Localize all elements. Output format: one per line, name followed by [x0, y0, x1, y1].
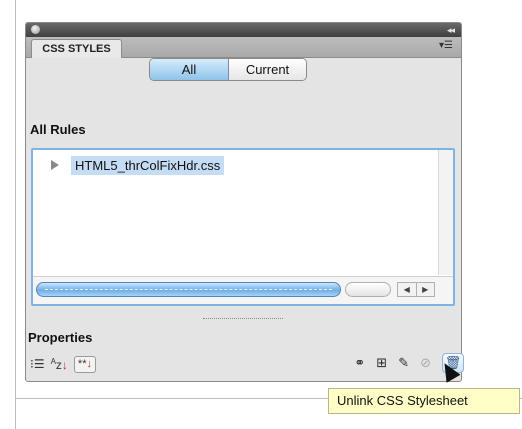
close-dot-icon[interactable] [31, 25, 40, 34]
panel-menu-icon[interactable]: ▾☰ [439, 40, 453, 51]
panel-titlebar[interactable]: ◂◂ [26, 23, 461, 37]
disable-enable-icon[interactable]: ⊘ [420, 355, 431, 371]
edit-style-icon[interactable]: ✎ [398, 355, 409, 371]
show-set-properties-icon[interactable]: **↓ [73, 355, 96, 373]
vertical-scrollbar[interactable] [438, 150, 453, 275]
scroll-right-icon[interactable]: ▶ [415, 283, 435, 296]
horizontal-scrollbar[interactable]: ◀ ▶ [33, 276, 453, 304]
collapse-icon[interactable]: ◂◂ [447, 23, 455, 37]
current-mode-button[interactable]: Current [229, 59, 306, 80]
scroll-left-icon[interactable]: ◀ [398, 283, 416, 296]
all-mode-button[interactable]: All [150, 59, 229, 80]
all-rules-heading: All Rules [30, 122, 86, 137]
rules-list[interactable]: HTML5_thrColFixHdr.css ◀ ▶ [31, 148, 455, 306]
attach-style-sheet-icon[interactable]: ⚭ [354, 355, 365, 371]
horizontal-scroll-track[interactable] [345, 282, 391, 297]
horizontal-scroll-thumb[interactable] [36, 282, 341, 297]
outer-frame-left [15, 0, 16, 429]
properties-heading: Properties [28, 330, 93, 345]
list-item[interactable]: HTML5_thrColFixHdr.css [33, 156, 453, 176]
pane-splitter-handle[interactable] [203, 318, 283, 319]
properties-view-toolbar: ⁝☰ Az↓ **↓ [30, 354, 96, 374]
panel-tab-row: CSS STYLES ▾☰ [26, 37, 461, 58]
scroll-arrow-buttons: ◀ ▶ [397, 282, 435, 297]
rule-label[interactable]: HTML5_thrColFixHdr.css [71, 156, 225, 175]
tooltip: Unlink CSS Stylesheet [328, 388, 520, 414]
show-category-view-icon[interactable]: ⁝☰ [30, 357, 45, 371]
show-alphabetical-view-icon[interactable]: Az↓ [51, 357, 68, 372]
new-css-rule-icon[interactable]: ⊞ [376, 355, 387, 371]
disclosure-triangle-icon[interactable] [51, 160, 59, 170]
tab-css-styles[interactable]: CSS STYLES [31, 39, 122, 58]
mode-segmented-control: All Current [149, 58, 307, 81]
